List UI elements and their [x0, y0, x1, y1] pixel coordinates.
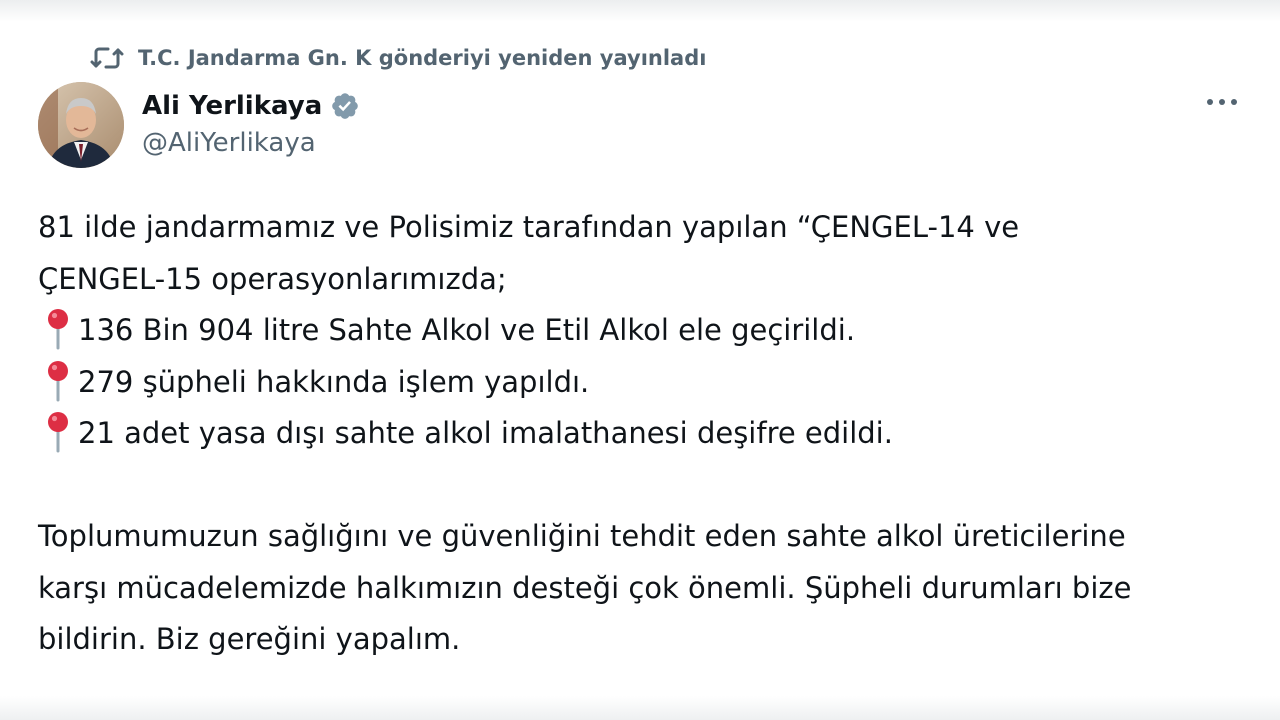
bullet-text: 279 şüpheli hakkında işlem yapıldı. [78, 364, 590, 399]
repost-indicator[interactable]: T.C. Jandarma Gn. K gönderiyi yeniden ya… [90, 42, 706, 74]
bullet-text: 136 Bin 904 litre Sahte Alkol ve Etil Al… [78, 313, 856, 347]
author-block: Ali Yerlikaya @AliYerlikaya [142, 88, 360, 158]
tweet-text-line: Toplumumuzun sağlığını ve güvenliğini te… [38, 519, 1126, 553]
author-handle[interactable]: @AliYerlikaya [142, 128, 360, 158]
bullet-item: 21 adet yasa dışı sahte alkol imalathane… [38, 408, 1248, 460]
author-display-name[interactable]: Ali Yerlikaya [142, 91, 322, 121]
top-edge-shadow [0, 0, 1280, 22]
author-name-row: Ali Yerlikaya [142, 88, 360, 124]
verified-badge-icon [332, 93, 359, 119]
tweet-text: 81 ilde jandarmamız ve Polisimiz tarafın… [38, 202, 1248, 666]
repost-text[interactable]: T.C. Jandarma Gn. K gönderiyi yeniden ya… [138, 46, 706, 70]
avatar[interactable] [38, 82, 124, 168]
tweet-text-line: karşı mücadelemizde halkımızın desteği ç… [38, 570, 1132, 605]
bullet-text: 21 adet yasa dışı sahte alkol imalathane… [78, 416, 893, 450]
round-pushpin-icon [48, 360, 68, 401]
tweet-text-line: 81 ilde jandarmamız ve Polisimiz tarafın… [38, 210, 1020, 244]
tweet-text-line: bildirin. Biz gereğini yapalım. [38, 622, 461, 656]
tweet-card[interactable]: T.C. Jandarma Gn. K gönderiyi yeniden ya… [30, 30, 1260, 700]
avatar-portrait-image [38, 82, 124, 168]
round-pushpin-icon [48, 412, 68, 453]
screenshot-frame: T.C. Jandarma Gn. K gönderiyi yeniden ya… [0, 0, 1280, 720]
bullet-item: 279 şüpheli hakkında işlem yapıldı. [38, 357, 1248, 409]
tweet-text-line: ÇENGEL-15 operasyonlarımızda; [38, 261, 507, 296]
repost-icon [90, 47, 124, 69]
round-pushpin-icon [48, 309, 68, 350]
more-options-icon[interactable] [1202, 90, 1242, 114]
bottom-edge-shadow [0, 696, 1280, 720]
bullet-item: 136 Bin 904 litre Sahte Alkol ve Etil Al… [38, 305, 1248, 357]
